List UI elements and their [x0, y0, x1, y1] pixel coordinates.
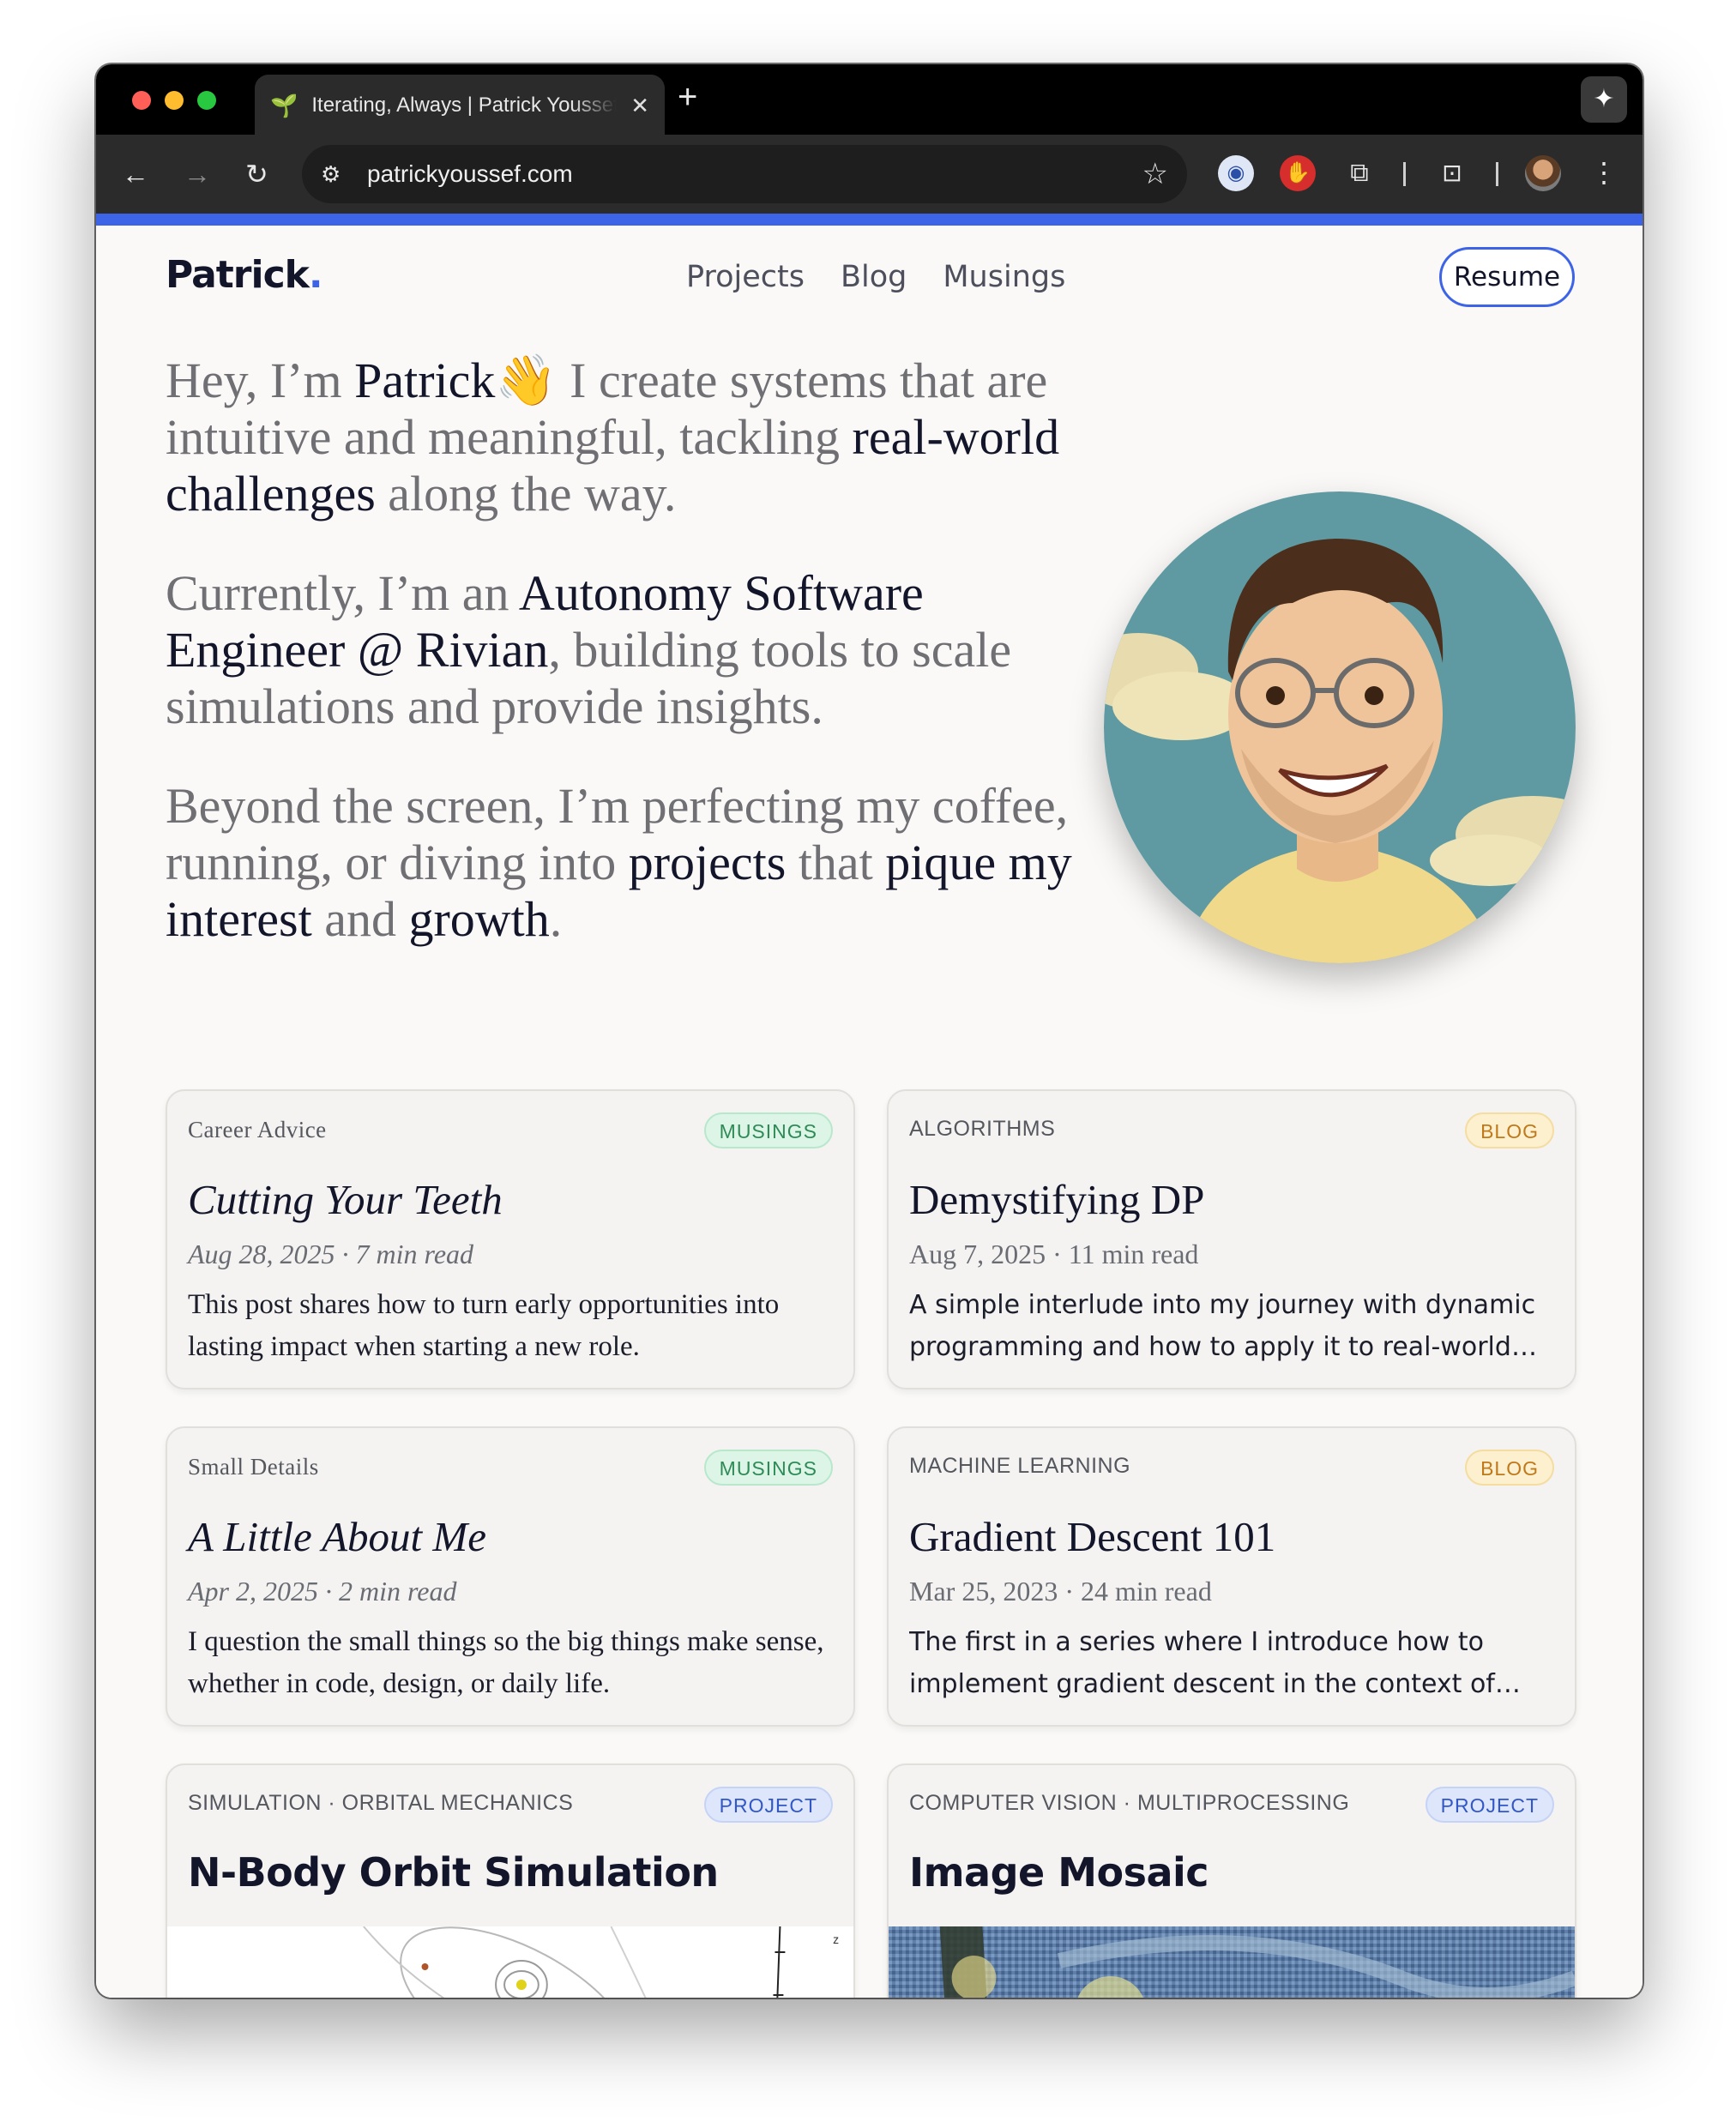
- card-category: Small Details: [188, 1454, 319, 1480]
- post-card[interactable]: Small Details MUSINGS A Little About Me …: [166, 1426, 855, 1727]
- card-meta: Aug 28, 2025 · 7 min read: [188, 1239, 474, 1269]
- card-category: SIMULATION · ORBITAL MECHANICS: [188, 1791, 574, 1815]
- card-badge: BLOG: [1465, 1112, 1554, 1148]
- portrait-illustration: [1104, 491, 1576, 963]
- stop-hand-icon[interactable]: ✋: [1280, 155, 1316, 191]
- browser-tab[interactable]: 🌱 Iterating, Always | Patrick Youssef ✕: [255, 75, 665, 136]
- project-card[interactable]: COMPUTER VISION · MULTIPROCESSING PROJEC…: [887, 1763, 1576, 1998]
- card-title[interactable]: N-Body Orbit Simulation: [188, 1849, 719, 1896]
- image-mosaic-preview: [889, 1926, 1575, 1998]
- back-icon[interactable]: ←: [122, 157, 149, 191]
- forward-icon[interactable]: →: [184, 157, 211, 191]
- close-tab-icon[interactable]: ✕: [630, 93, 649, 119]
- card-title[interactable]: A Little About Me: [188, 1512, 486, 1561]
- bookmark-star-icon[interactable]: ☆: [1142, 157, 1168, 191]
- intro-paragraph-2: Currently, I’m an Autonomy Software Engi…: [166, 565, 1092, 735]
- card-category: Career Advice: [188, 1117, 327, 1142]
- intro-text-span: and: [311, 891, 409, 947]
- card-title[interactable]: Image Mosaic: [909, 1849, 1209, 1896]
- intro-text-span: along the way.: [375, 466, 677, 521]
- card-badge: PROJECT: [1425, 1787, 1554, 1823]
- orbit-simulation-image: z: [167, 1926, 853, 1998]
- intro-text: Hey, I’m Patrick👋 I create systems that …: [166, 353, 1092, 991]
- accent-bar: [96, 214, 1643, 226]
- menu-kebab-icon[interactable]: ⋮: [1590, 155, 1618, 190]
- card-description: The first in a series where I introduce …: [909, 1627, 1495, 1699]
- address-bar[interactable]: ⚙ patrickyoussef.com ☆: [302, 145, 1187, 203]
- card-badge: MUSINGS: [703, 1450, 833, 1486]
- browser-window: 🌱 Iterating, Always | Patrick Youssef ✕ …: [96, 64, 1643, 1998]
- card-description: I question the small things so the big t…: [188, 1626, 824, 1699]
- card-badge: BLOG: [1465, 1450, 1554, 1486]
- card-category: MACHINE LEARNING: [909, 1454, 1131, 1478]
- minimize-window-button[interactable]: [165, 91, 184, 110]
- intro-text-span: Hey, I’m: [166, 353, 355, 408]
- extensions-puzzle-icon[interactable]: ⧉: [1341, 155, 1377, 191]
- card-category: ALGORITHMS: [909, 1117, 1056, 1141]
- intro-name: Patrick: [354, 353, 496, 408]
- extension-icon-1[interactable]: ◉: [1218, 155, 1254, 191]
- site-nav: Projects Blog Musings: [686, 260, 1065, 294]
- window-controls: [132, 91, 216, 110]
- card-category: COMPUTER VISION · MULTIPROCESSING: [909, 1791, 1350, 1815]
- card-description: This post shares how to turn early oppor…: [188, 1289, 780, 1362]
- card-meta: Aug 7, 2025 · 11 min read: [909, 1239, 1199, 1269]
- nav-projects[interactable]: Projects: [686, 260, 805, 294]
- intro-highlight: growth: [408, 891, 550, 947]
- card-meta: Apr 2, 2025 · 2 min read: [188, 1576, 457, 1607]
- profile-avatar[interactable]: [1525, 155, 1561, 191]
- project-card[interactable]: SIMULATION · ORBITAL MECHANICS PROJECT N…: [166, 1763, 855, 1998]
- nav-blog[interactable]: Blog: [841, 260, 907, 294]
- brand-dot: .: [308, 253, 323, 297]
- intro-text-span: Currently, I’m an: [166, 565, 519, 621]
- close-window-button[interactable]: [132, 91, 151, 110]
- wave-emoji: 👋: [495, 353, 558, 408]
- intro-text-span: that: [786, 835, 886, 890]
- intro-text-span: .: [549, 891, 563, 947]
- card-title[interactable]: Gradient Descent 101: [909, 1512, 1275, 1561]
- post-card[interactable]: ALGORITHMS BLOG Demystifying DP Aug 7, 2…: [887, 1089, 1576, 1390]
- nav-musings[interactable]: Musings: [943, 260, 1065, 294]
- profile-portrait: [1104, 491, 1576, 963]
- zoom-window-button[interactable]: [197, 91, 216, 110]
- card-title[interactable]: Cutting Your Teeth: [188, 1175, 503, 1224]
- plot-axis-label: z: [833, 1932, 839, 1946]
- page-content: Patrick. Projects Blog Musings Resume He…: [96, 226, 1643, 1998]
- toolbar-divider: [1403, 162, 1406, 186]
- tab-title: Iterating, Always | Patrick Youssef: [311, 93, 618, 117]
- reload-icon[interactable]: ↻: [245, 157, 268, 191]
- resume-button[interactable]: Resume: [1439, 247, 1575, 307]
- url-text[interactable]: patrickyoussef.com: [367, 160, 1142, 188]
- brand-name: Patrick: [166, 253, 310, 297]
- intro-highlight: projects: [628, 835, 787, 890]
- card-badge: PROJECT: [703, 1787, 833, 1823]
- card-badge: MUSINGS: [703, 1112, 833, 1148]
- seedling-icon: 🌱: [270, 92, 298, 118]
- cast-search-icon[interactable]: ⊡: [1434, 155, 1470, 191]
- browser-toolbar: ← → ↻ ⚙ patrickyoussef.com ☆ ◉ ✋ ⧉ ⊡ ⋮: [96, 135, 1643, 214]
- site-info-icon[interactable]: ⚙: [321, 161, 352, 188]
- intro-paragraph-3: Beyond the screen, I’m perfecting my cof…: [166, 778, 1092, 948]
- card-description: A simple interlude into my journey with …: [909, 1290, 1536, 1362]
- toolbar-divider: [1496, 162, 1498, 186]
- post-card[interactable]: Career Advice MUSINGS Cutting Your Teeth…: [166, 1089, 855, 1390]
- tab-bar: 🌱 Iterating, Always | Patrick Youssef ✕ …: [96, 64, 1643, 136]
- post-card[interactable]: MACHINE LEARNING BLOG Gradient Descent 1…: [887, 1426, 1576, 1727]
- new-tab-button[interactable]: +: [678, 80, 697, 114]
- sparkle-icon[interactable]: ✦: [1581, 76, 1627, 123]
- card-meta: Mar 25, 2023 · 24 min read: [909, 1576, 1212, 1607]
- site-logo[interactable]: Patrick.: [166, 253, 323, 297]
- card-title[interactable]: Demystifying DP: [909, 1175, 1204, 1224]
- intro-paragraph-1: Hey, I’m Patrick👋 I create systems that …: [166, 353, 1092, 522]
